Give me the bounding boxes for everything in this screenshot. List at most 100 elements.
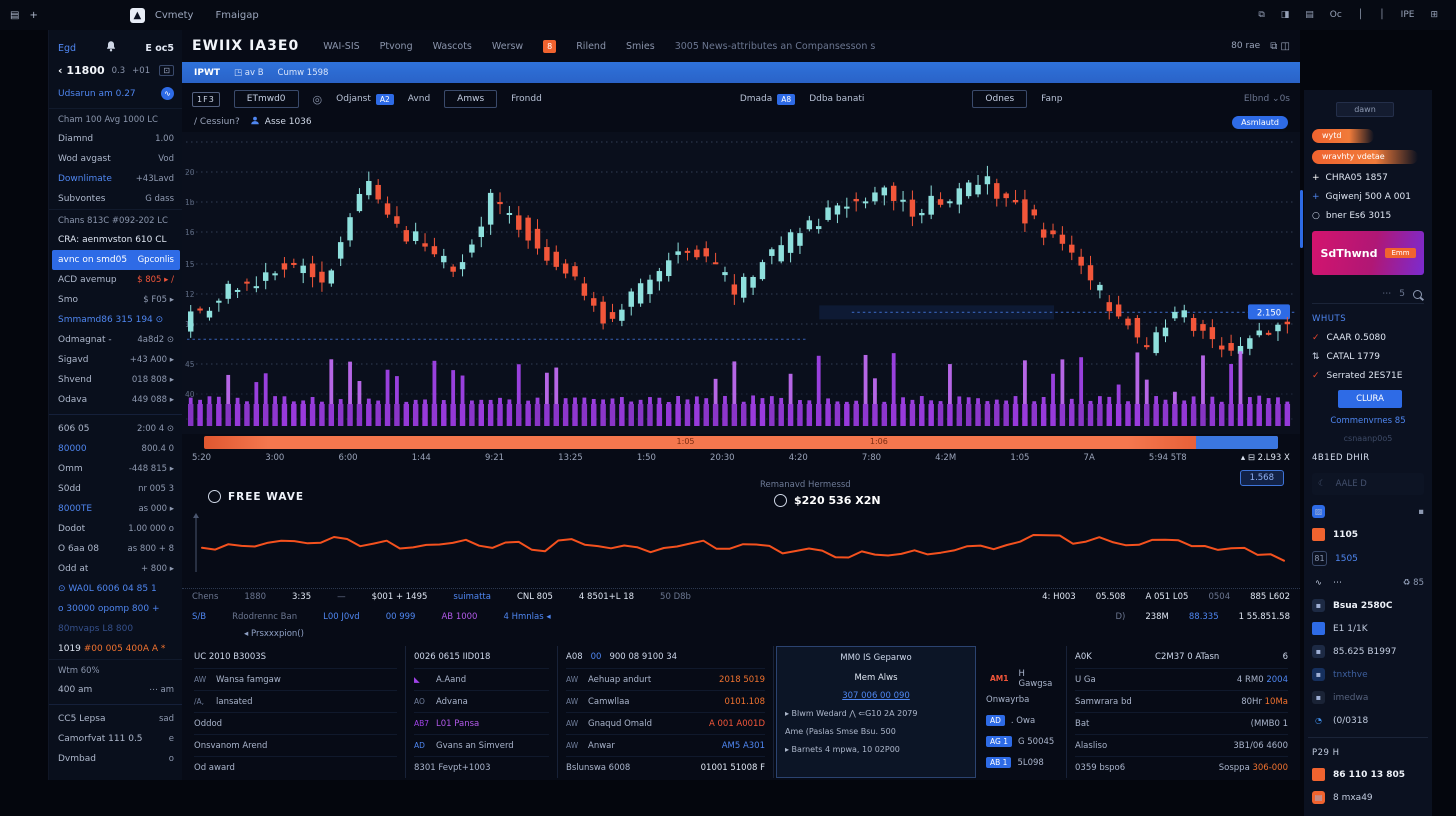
toolbar-button[interactable]: Odnes <box>972 90 1027 108</box>
toolbar-button[interactable]: ETmwd0 <box>234 90 299 108</box>
time-axis-label[interactable]: 1:50 <box>637 453 656 463</box>
table-row[interactable]: ◣A.Aand <box>414 668 549 690</box>
legend-row[interactable]: ▪Bsua 2580C <box>1312 599 1424 612</box>
toolbar-item[interactable]: Frondd <box>511 94 542 104</box>
ok-icon[interactable]: Oc <box>1330 10 1342 20</box>
time-axis-label[interactable]: 7A <box>1084 453 1095 463</box>
watchlist-row[interactable]: 80000800.4 0 <box>49 439 183 459</box>
watchlist-row[interactable]: avnc on smd05Gpconlis <box>52 250 180 270</box>
panel-row[interactable]: ▸ Barnets 4 mpwa, 10 02P00 <box>785 741 967 759</box>
nav-item[interactable]: Rilend <box>576 41 606 52</box>
right-list-item[interactable]: ○bner Es6 3015 <box>1312 211 1424 221</box>
save-icon[interactable]: ▤ <box>1305 10 1314 20</box>
topbar-menu-item[interactable]: Fmaigap <box>215 10 258 21</box>
chip-row[interactable]: AD. Owa <box>986 710 1058 731</box>
watchlist-row[interactable]: O 6aa 08as 800 + 8 <box>49 539 183 559</box>
window-icon[interactable]: ▤ <box>10 10 19 21</box>
time-axis-label[interactable]: 1:44 <box>412 453 431 463</box>
time-axis-label[interactable]: 4:2M <box>935 453 956 463</box>
checklist-item[interactable]: ✓CAAR 0.5080 <box>1312 333 1424 343</box>
toolbar-item[interactable]: Fanp <box>1041 94 1062 104</box>
watchlist-row[interactable]: Smmamd86 315 194 ⊙ <box>49 310 183 330</box>
time-axis-label[interactable]: 20:30 <box>710 453 735 463</box>
time-axis-label[interactable]: ▴ ⊟ 2.L93 X <box>1241 453 1290 463</box>
watchlist-row[interactable]: Camorfvat 111 0.5e <box>49 729 183 749</box>
time-axis-label[interactable]: 1:05 <box>1010 453 1029 463</box>
toolbar-button[interactable]: Amws <box>444 90 497 108</box>
chart-scrollbar[interactable]: 1:051:06 <box>204 436 1278 449</box>
copy-icon[interactable]: ⧉ <box>1270 41 1280 52</box>
grid-tool-icon[interactable]: 1F3 <box>192 92 220 107</box>
watchlist-row[interactable]: Shvend018 808 ▸ <box>49 370 183 390</box>
announcement-banner[interactable]: IPWT ◳ av B Cumw 1598 <box>182 62 1300 83</box>
legend-row[interactable]: ▪85.625 B1997 <box>1312 645 1424 658</box>
bell-icon[interactable] <box>105 40 117 56</box>
legend-row[interactable]: ▪tnxthve <box>1312 668 1424 681</box>
theme-row[interactable]: ☾AALE D <box>1312 473 1424 495</box>
legend-asset[interactable]: Asse 1036 <box>250 115 312 129</box>
table-row[interactable]: Bat(MMB0 1 <box>1075 712 1288 734</box>
time-axis-label[interactable]: 13:25 <box>558 453 583 463</box>
table-row[interactable]: 8301 Fevpt+1003 <box>414 756 549 778</box>
toolbar-item[interactable]: DmadaA8 <box>740 94 795 105</box>
watchlist-row[interactable]: 8000TEas 000 ▸ <box>49 499 183 519</box>
promo-button[interactable]: Emm <box>1385 248 1415 258</box>
status-row-3[interactable]: ◂ Prsxxxpion() <box>244 629 304 639</box>
legend-row[interactable]: 86 110 13 805 <box>1312 768 1424 781</box>
table-row[interactable]: AWAnwarAM5 A301 <box>566 734 765 756</box>
sidebar-link[interactable]: Egd <box>58 43 76 54</box>
watchlist-row[interactable]: CRA: aenmvston 610 CL <box>49 230 183 250</box>
panel-row[interactable]: ▸ Blwm Wedard ⋀ ⇐G10 2A 2079 <box>785 705 967 723</box>
legend-row[interactable]: ▨▪ <box>1312 505 1424 518</box>
watchlist-row[interactable]: ⊙ WA0L 6006 04 85 1 <box>49 579 183 599</box>
text-link[interactable]: Commenvrnes 85 <box>1312 416 1424 426</box>
table-row[interactable]: Samwrara bd80Hr 10Ma <box>1075 690 1288 712</box>
legend-row[interactable]: ▤8 mxa49 <box>1312 791 1424 804</box>
right-small-button[interactable]: dawn <box>1336 102 1394 117</box>
watchlist-row[interactable]: Odd at+ 800 ▸ <box>49 559 183 579</box>
watchlist-row[interactable]: Diamnd1.00 <box>49 129 183 149</box>
table-row[interactable]: AWWansa famgaw <box>194 668 397 690</box>
topbar-menu-item[interactable]: Cvmety <box>155 10 194 21</box>
watchlist-row[interactable]: 80mvaps L8 800 <box>49 619 183 639</box>
watchlist-row[interactable]: SubvontesG dass <box>49 189 183 209</box>
time-axis-label[interactable]: 9:21 <box>485 453 504 463</box>
table-row[interactable]: AB7L01 Pansa <box>414 712 549 734</box>
nav-item[interactable]: Wersw <box>492 41 523 52</box>
table-row[interactable]: ADGvans an Simverd <box>414 734 549 756</box>
table-row[interactable]: AOAdvana <box>414 690 549 712</box>
scrollbar-handle[interactable] <box>1196 436 1278 449</box>
target-icon[interactable]: ◎ <box>313 93 323 106</box>
table-row[interactable]: Onsvanom Arend <box>194 734 397 756</box>
panel-icon[interactable]: ◨ <box>1281 10 1290 20</box>
watchlist-row[interactable]: S0ddnr 005 3 <box>49 479 183 499</box>
watchlist-row[interactable]: Dvmbado <box>49 749 183 769</box>
share-icon[interactable]: ⧉ <box>1258 10 1264 20</box>
legend-row[interactable]: 811505 <box>1312 551 1424 566</box>
time-axis-label[interactable]: 3:00 <box>265 453 284 463</box>
indicator-line-chart[interactable] <box>188 512 1294 578</box>
legend-row[interactable]: 1105 <box>1312 528 1424 541</box>
alert-pill[interactable]: wytd <box>1312 129 1374 143</box>
account-row[interactable]: Udsarun am 0.27 ∿ <box>49 81 183 106</box>
nav-item[interactable]: WAI-SIS <box>323 41 359 52</box>
toolbar-item[interactable]: Elbnd ⌄0s <box>1244 94 1290 104</box>
time-axis-label[interactable]: 5:20 <box>192 453 211 463</box>
promo-banner[interactable]: SdThwndEmm <box>1312 231 1424 275</box>
wave-svg[interactable] <box>188 512 1294 578</box>
legend-row[interactable]: ∿⋯♻ 85 <box>1312 576 1424 589</box>
time-axis-label[interactable]: 4:20 <box>789 453 808 463</box>
right-list-item[interactable]: +Gqiwenj 500 A 001 <box>1312 192 1424 202</box>
grid-icon[interactable]: ⊞ <box>1430 10 1438 20</box>
candlestick-chart[interactable]: 201b1615121b45402.150 <box>182 132 1300 434</box>
expand-icon[interactable]: ⊡ <box>159 65 174 76</box>
table-row[interactable]: U Ga4 RM0 2004 <box>1075 668 1288 690</box>
watchlist-row[interactable]: Dodot1.00 000 o <box>49 519 183 539</box>
table-row[interactable]: Alasliso3B1/06 4600 <box>1075 734 1288 756</box>
watchlist-row[interactable]: CC5 Lepsasad <box>49 709 183 729</box>
time-axis-label[interactable]: 6:00 <box>338 453 357 463</box>
checklist-item[interactable]: ✓Serrated 2ES71E <box>1312 371 1424 381</box>
watchlist-row[interactable]: Downlimate+43Lavd <box>49 169 183 189</box>
search-row[interactable]: ⋯5 <box>1312 285 1424 304</box>
toolbar-item[interactable]: OdjanstA2 <box>336 94 394 105</box>
